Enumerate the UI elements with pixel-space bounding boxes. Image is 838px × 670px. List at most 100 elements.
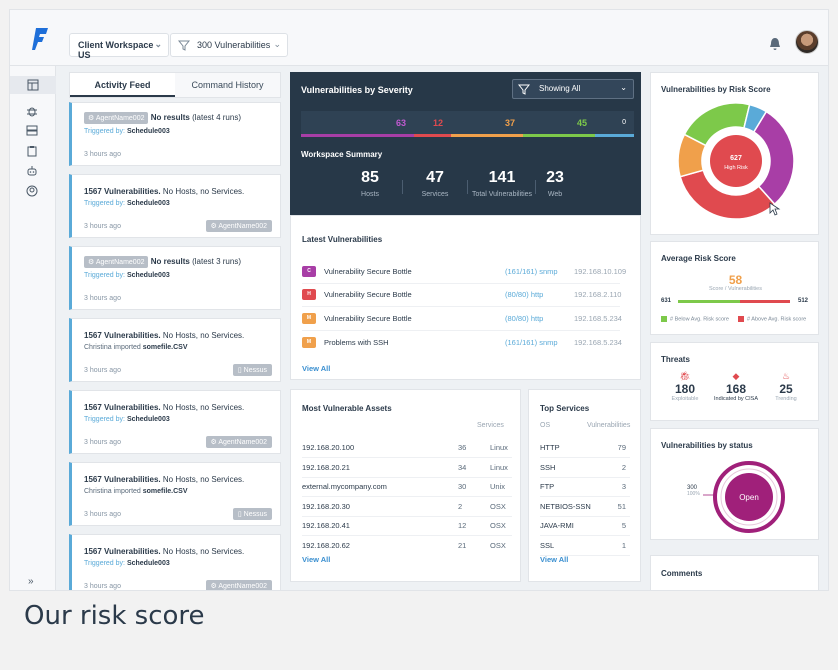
- notification-bell-icon[interactable]: [769, 37, 781, 51]
- user-avatar[interactable]: [795, 30, 819, 54]
- service-name[interactable]: SSL: [540, 541, 554, 550]
- stat-web[interactable]: 23 Web: [540, 169, 570, 198]
- vulnerability-row[interactable]: M Vulnerability Secure Bottle (80/80) ht…: [302, 313, 632, 329]
- view-all-link[interactable]: View All: [302, 555, 330, 564]
- vulnerabilities-column-header: Vulnerabilities: [587, 422, 631, 429]
- average-risk-bar: [678, 300, 790, 303]
- chevron-down-icon: ⌄: [620, 83, 627, 92]
- file-link[interactable]: somefile.CSV: [143, 488, 188, 495]
- vulnerability-row[interactable]: H Vulnerability Secure Bottle (80/80) ht…: [302, 289, 632, 305]
- asset-os: OSX: [490, 540, 506, 550]
- asset-host[interactable]: external.mycompany.com: [302, 482, 387, 491]
- feed-card-time: 3 hours ago: [84, 367, 121, 374]
- sidebar-item-dashboard[interactable]: [10, 76, 56, 94]
- feed-card[interactable]: 1567 Vulnerabilities. No Hosts, no Servi…: [69, 462, 281, 526]
- feed-card-time: 3 hours ago: [84, 151, 121, 158]
- sidebar-expand-button[interactable]: »: [28, 576, 34, 587]
- severity-low-segment[interactable]: 45: [523, 111, 595, 137]
- assets-title: Most Vulnerable Assets: [302, 404, 392, 413]
- feed-card[interactable]: 1567 Vulnerabilities. No Hosts, no Servi…: [69, 174, 281, 238]
- feed-card-headline: No results: [150, 113, 190, 123]
- service-vuln-count: 3: [621, 482, 626, 491]
- row-divider: [302, 330, 620, 331]
- view-all-link[interactable]: View All: [302, 364, 330, 373]
- status-percent: 100%: [687, 491, 700, 497]
- tab-command-history[interactable]: Command History: [175, 73, 280, 97]
- stat-services[interactable]: 47 Services: [410, 169, 460, 198]
- asset-host[interactable]: 192.168.20.62: [302, 541, 350, 550]
- asset-host[interactable]: 192.168.20.100: [302, 443, 354, 452]
- asset-os: OSX: [490, 521, 506, 530]
- funnel-icon: [517, 84, 531, 95]
- schedule-link[interactable]: Schedule003: [127, 416, 170, 423]
- row-divider: [540, 476, 630, 478]
- threat-cisa[interactable]: ◆ 168 Indicated by CISA: [711, 371, 761, 402]
- asset-host[interactable]: 192.168.20.41: [302, 521, 350, 530]
- schedule-link[interactable]: Schedule003: [127, 272, 170, 279]
- asset-services-count: 2: [458, 501, 463, 511]
- legend-swatch: [738, 316, 744, 322]
- threat-exploitable[interactable]: 🐞︎ 180 Exploitable: [665, 371, 705, 402]
- feed-card-headline: 1567 Vulnerabilities.: [84, 475, 161, 484]
- vulnerability-name: Vulnerability Secure Bottle: [324, 290, 412, 299]
- stat-hosts[interactable]: 85 Hosts: [345, 169, 395, 198]
- source-tag[interactable]: ▯ Nessus: [232, 364, 272, 376]
- vulnerability-row[interactable]: M Problems with SSH (161/161) snmp 192.1…: [302, 337, 632, 353]
- sidebar-item-users[interactable]: [23, 182, 41, 200]
- comments-panel: Comments: [650, 555, 819, 590]
- vulnerability-row[interactable]: C Vulnerability Secure Bottle (161/161) …: [302, 266, 632, 282]
- service-vuln-count: 51: [617, 501, 626, 511]
- row-divider: [302, 535, 512, 536]
- schedule-link[interactable]: Schedule003: [127, 128, 170, 135]
- agent-tag[interactable]: ⚙ AgentName002: [205, 580, 272, 590]
- feed-card[interactable]: 1567 Vulnerabilities. No Hosts, no Servi…: [69, 390, 281, 454]
- feed-card[interactable]: 1567 Vulnerabilities. No Hosts, no Servi…: [69, 318, 281, 382]
- sidebar-item-vulnerabilities[interactable]: [23, 102, 41, 120]
- agent-tag[interactable]: ⚙ AgentName002: [205, 220, 272, 232]
- service-name[interactable]: HTTP: [540, 443, 560, 452]
- asset-host[interactable]: 192.168.20.30: [302, 502, 350, 511]
- vulnerability-port: (161/161) snmp: [505, 338, 558, 347]
- service-name[interactable]: FTP: [540, 482, 554, 491]
- sidebar-item-agents[interactable]: [23, 162, 41, 180]
- feed-card[interactable]: 1567 Vulnerabilities. No Hosts, no Servi…: [69, 534, 281, 590]
- view-all-link[interactable]: View All: [540, 555, 568, 564]
- severity-title: Vulnerabilities by Severity: [301, 85, 413, 95]
- asset-services-count: 21: [458, 540, 467, 550]
- severity-filter-select[interactable]: Showing All ⌄: [512, 79, 634, 99]
- workspace-select[interactable]: Client Workspace US ⌄: [69, 33, 169, 60]
- row-divider: [302, 496, 512, 497]
- severity-info-segment[interactable]: 0: [595, 111, 634, 137]
- severity-medium-segment[interactable]: 37: [451, 111, 523, 137]
- chevron-down-icon: ⌄: [154, 39, 162, 49]
- schedule-link[interactable]: Schedule003: [127, 560, 170, 567]
- asset-host[interactable]: 192.168.20.21: [302, 463, 350, 472]
- severity-critical-segment[interactable]: 63: [301, 111, 414, 137]
- schedule-link[interactable]: Schedule003: [127, 200, 170, 207]
- source-tag[interactable]: ▯ Nessus: [232, 508, 272, 520]
- severity-high-segment[interactable]: 12: [414, 111, 451, 137]
- feed-card[interactable]: ⚙ AgentName002 No results (latest 3 runs…: [69, 246, 281, 310]
- tab-activity-feed[interactable]: Activity Feed: [70, 73, 175, 97]
- feed-card-headline: No results: [150, 257, 190, 267]
- vulnerability-filter-select[interactable]: 300 Vulnerabilities ⌄: [170, 33, 288, 57]
- feed-card[interactable]: ⚙ AgentName002 No results (latest 4 runs…: [69, 102, 281, 166]
- risk-donut-chart[interactable]: 627 High Risk: [674, 99, 798, 223]
- row-divider: [302, 457, 512, 458]
- stat-total-vulnerabilities[interactable]: 141 Total Vulnerabilities: [464, 169, 540, 198]
- service-name[interactable]: JAVA-RMI: [540, 521, 574, 530]
- sidebar-item-hosts[interactable]: [23, 122, 41, 140]
- threat-trending[interactable]: ♨ 25 Trending: [766, 371, 806, 402]
- service-name[interactable]: NETBIOS-SSN: [540, 502, 591, 511]
- agent-tag[interactable]: ⚙ AgentName002: [205, 436, 272, 448]
- risk-center-label: High Risk: [724, 165, 748, 171]
- asset-os: Linux: [490, 462, 508, 472]
- sidebar-item-reports[interactable]: [23, 142, 41, 160]
- file-link[interactable]: somefile.CSV: [143, 344, 188, 351]
- status-donut-chart[interactable]: Open 300 100%: [671, 457, 811, 537]
- legend-below: # Below Avg. Risk score: [661, 316, 729, 322]
- threats-title: Threats: [661, 355, 690, 364]
- service-name[interactable]: SSH: [540, 463, 555, 472]
- row-divider: [540, 515, 630, 517]
- agent-chip: ⚙ AgentName002: [84, 112, 149, 124]
